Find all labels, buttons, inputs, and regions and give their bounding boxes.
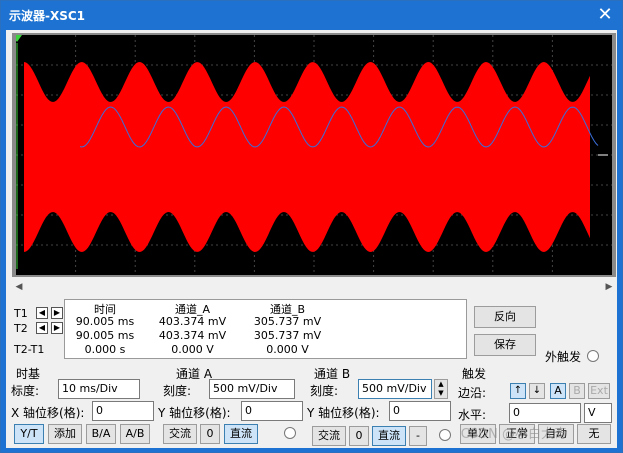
channel-a-title: 通道 A [176,367,213,381]
t2-right-arrow-icon[interactable]: ▶ [51,322,63,334]
waveform-canvas [16,35,612,275]
t2-label: T2 [14,322,28,335]
t1-time: 90.005 ms [75,315,135,328]
external-trigger-terminal[interactable] [587,350,599,362]
falling-edge-icon[interactable]: ↓ [529,383,545,399]
channel-a-terminal[interactable] [284,427,296,439]
close-button[interactable]: ✕ [594,4,616,26]
t2-t1-channel-a: 0.000 V [171,343,214,356]
cursor-readout-table: 时间 通道_A 通道_B 90.005 ms 403.374 mV 305.73… [64,299,467,359]
external-trigger-label: 外触发 [545,350,582,364]
scroll-right-icon[interactable]: ▶ [602,280,616,294]
channel-a-ac-button[interactable]: 交流 [163,424,197,444]
t2-t1-time: 0.000 s [84,343,126,356]
mode-ba-button[interactable]: B/A [86,424,116,444]
channel-b-scale-label: 刻度: [310,384,339,398]
horizontal-scrollbar[interactable]: ◀ ▶ [12,280,616,294]
channel-a-scale-field[interactable]: 500 mV/Div [209,379,295,399]
t2-t1-label: T2-T1 [14,343,45,356]
trigger-source-a-button[interactable]: A [550,383,566,399]
t1-channel-a: 403.374 mV [158,315,227,328]
scope-display [12,33,616,277]
trigger-none-button[interactable]: 无 [577,424,611,444]
channel-a-scale-label: 刻度: [163,384,192,398]
channel-b-ac-button[interactable]: 交流 [312,426,346,446]
watermark: CSDN @小白大奇 [460,427,567,442]
save-button[interactable]: 保存 [474,334,536,356]
channel-b-scale-spinner[interactable]: ▲ ▼ [434,379,448,399]
reverse-button[interactable]: 反向 [474,306,536,328]
title-bar[interactable]: 示波器-XSC1 ✕ [1,1,622,30]
t1-right-arrow-icon[interactable]: ▶ [51,307,63,319]
channel-b-zero-button[interactable]: 0 [349,426,369,446]
channel-a-zero-button[interactable]: 0 [200,424,220,444]
t2-channel-a: 403.374 mV [158,329,227,342]
timebase-title: 时基 [16,367,41,381]
channel-b-terminal[interactable] [439,429,451,441]
t2-channel-b: 305.737 mV [253,329,322,342]
channel-b-dc-button[interactable]: 直流 [372,426,406,446]
oscilloscope-panel: ◀ ▶ T1 ◀ ▶ T2 ◀ ▶ T2-T1 时间 通道_A 通道_B 90.… [6,30,617,448]
x-position-field[interactable]: 0 [92,401,154,421]
trigger-level-label: 水平: [458,408,487,422]
trigger-edge-label: 边沿: [458,386,487,400]
t1-channel-b: 305.737 mV [253,315,322,328]
mode-ab-button[interactable]: A/B [120,424,150,444]
mode-yt-button[interactable]: Y/T [14,424,44,444]
window-title: 示波器-XSC1 [9,9,86,23]
rising-edge-icon[interactable]: ↑ [510,383,526,399]
trigger-source-ext-button[interactable]: Ext [588,383,610,399]
x-position-label: X 轴位移(格): [11,406,85,420]
t2-left-arrow-icon[interactable]: ◀ [36,322,48,334]
trigger-title: 触发 [462,367,487,381]
t2-t1-channel-b: 0.000 V [266,343,309,356]
channel-a-ypos-label: Y 轴位移(格): [158,406,231,420]
t2-time: 90.005 ms [75,329,135,342]
trigger-level-field[interactable]: 0 [509,403,581,423]
channel-b-ypos-label: Y 轴位移(格): [307,406,380,420]
channel-b-scale-field[interactable]: 500 mV/Div [358,379,432,399]
trigger-source-b-button[interactable]: B [569,383,585,399]
channel-b-ypos-field[interactable]: 0 [389,401,451,421]
mode-add-button[interactable]: 添加 [48,424,82,444]
channel-b-minus-button[interactable]: - [409,426,427,446]
scroll-left-icon[interactable]: ◀ [12,280,26,294]
trigger-level-unit[interactable]: V [584,403,612,423]
timebase-scale-label: 标度: [11,384,40,398]
channel-a-dc-button[interactable]: 直流 [224,424,258,444]
oscilloscope-window: 示波器-XSC1 ✕ ◀ ▶ T1 ◀ ▶ T2 ◀ ▶ T2-T1 时间 通道… [0,0,623,453]
channel-b-title: 通道 B [314,367,351,381]
t1-left-arrow-icon[interactable]: ◀ [36,307,48,319]
channel-a-ypos-field[interactable]: 0 [241,401,303,421]
t1-label: T1 [14,307,28,320]
timebase-scale-field[interactable]: 10 ms/Div [58,379,140,399]
